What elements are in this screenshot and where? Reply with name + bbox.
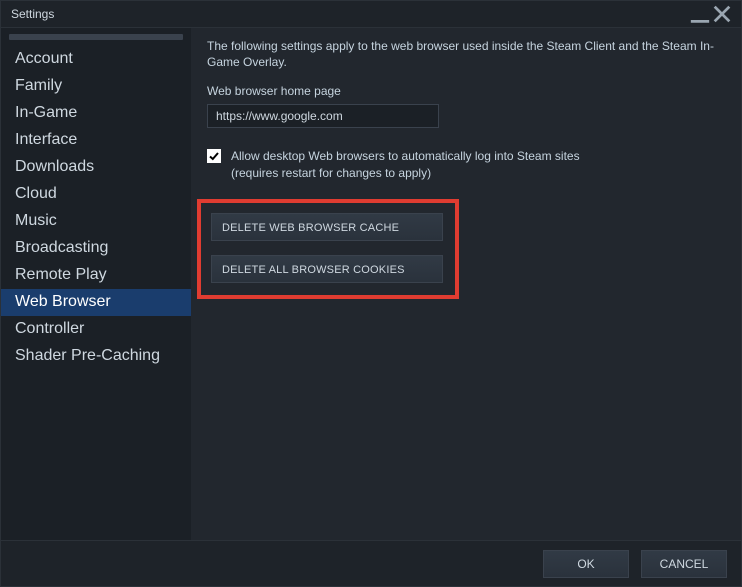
close-icon	[711, 3, 733, 25]
panel-description: The following settings apply to the web …	[207, 38, 725, 70]
sidebar-item-remote-play[interactable]: Remote Play	[1, 262, 191, 289]
minimize-button[interactable]	[689, 3, 711, 25]
minimize-icon	[689, 3, 711, 25]
sidebar-header-strip	[9, 34, 183, 40]
window-title: Settings	[11, 7, 54, 21]
sidebar-item-interface[interactable]: Interface	[1, 127, 191, 154]
ok-button[interactable]: OK	[543, 550, 629, 578]
titlebar: Settings	[1, 1, 741, 27]
sidebar-item-music[interactable]: Music	[1, 208, 191, 235]
sidebar-item-web-browser[interactable]: Web Browser	[1, 289, 191, 316]
web-browser-panel: The following settings apply to the web …	[191, 28, 741, 540]
delete-cookies-button[interactable]: DELETE ALL BROWSER COOKIES	[211, 255, 443, 283]
sidebar-item-in-game[interactable]: In-Game	[1, 100, 191, 127]
sidebar-list: AccountFamilyIn-GameInterfaceDownloadsCl…	[1, 46, 191, 540]
dialog-footer: OK CANCEL	[1, 540, 741, 586]
settings-window: Settings AccountFamilyIn-GameInterfaceDo…	[0, 0, 742, 587]
sidebar-item-account[interactable]: Account	[1, 46, 191, 73]
auto-login-row: Allow desktop Web browsers to automatica…	[207, 148, 725, 180]
content-area: AccountFamilyIn-GameInterfaceDownloadsCl…	[1, 27, 741, 540]
close-button[interactable]	[711, 3, 733, 25]
delete-cache-button[interactable]: DELETE WEB BROWSER CACHE	[211, 213, 443, 241]
sidebar-item-broadcasting[interactable]: Broadcasting	[1, 235, 191, 262]
homepage-label: Web browser home page	[207, 84, 725, 98]
cancel-button[interactable]: CANCEL	[641, 550, 727, 578]
auto-login-label: Allow desktop Web browsers to automatica…	[231, 148, 580, 180]
sidebar-item-family[interactable]: Family	[1, 73, 191, 100]
sidebar-item-cloud[interactable]: Cloud	[1, 181, 191, 208]
sidebar-item-downloads[interactable]: Downloads	[1, 154, 191, 181]
auto-login-line1: Allow desktop Web browsers to automatica…	[231, 149, 580, 163]
settings-sidebar: AccountFamilyIn-GameInterfaceDownloadsCl…	[1, 28, 191, 540]
auto-login-line2: (requires restart for changes to apply)	[231, 165, 580, 181]
highlight-box: DELETE WEB BROWSER CACHE DELETE ALL BROW…	[197, 199, 459, 299]
checkmark-icon	[208, 150, 220, 162]
sidebar-item-controller[interactable]: Controller	[1, 316, 191, 343]
homepage-input[interactable]	[207, 104, 439, 128]
sidebar-item-shader-pre-caching[interactable]: Shader Pre-Caching	[1, 343, 191, 370]
auto-login-checkbox[interactable]	[207, 149, 221, 163]
